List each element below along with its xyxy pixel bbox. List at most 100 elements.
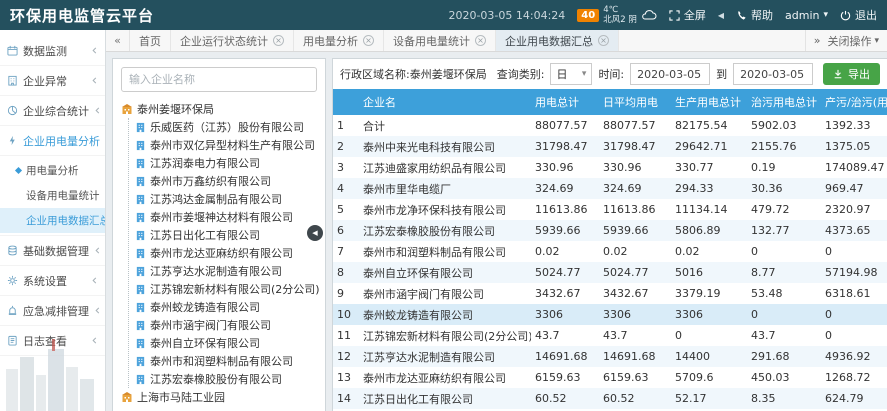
column-header[interactable]: 治污用电总计 [747,89,821,115]
sidebar-item-7[interactable]: 应急减排管理 [0,296,105,326]
tree-company-node[interactable]: 泰州自立环保有限公司 [135,334,323,352]
collapse-widget-icon[interactable]: ◀ [718,11,724,20]
sidebar-item-6[interactable]: 系统设置 [0,266,105,296]
tree-company-node[interactable]: 泰州蛟龙铸造有限公司 [135,298,323,316]
logout-button[interactable]: 退出 [840,7,877,23]
value-cell: 330.77 [671,157,747,178]
table-row[interactable]: 2泰州中来光电科技有限公司31798.4731798.4729642.71215… [333,136,887,157]
sidebar-subitem[interactable]: 设备用电量统计 [0,183,105,208]
sidebar-item-2[interactable]: 企业异常 [0,66,105,96]
tab-2[interactable]: 企业运行状态统计× [171,30,294,51]
table-row[interactable]: 3江苏迪盛家用纺织品有限公司330.96330.96330.770.191740… [333,157,887,178]
tabs-scroll-right-icon[interactable]: » [814,34,821,47]
fullscreen-button[interactable]: 全屏 [669,7,706,23]
table-row[interactable]: 13泰州市龙达亚麻纺织有限公司6159.636159.635709.6450.0… [333,367,887,388]
tree-node-label: 江苏亨达水泥制造有限公司 [150,263,282,279]
close-operations-menu[interactable]: 关闭操作 ▾ [827,33,879,49]
company-icon [135,230,146,241]
tree-root-node[interactable]: 泰州姜堰环保局 [121,100,323,118]
sidebar-subitem-label: 企业用电数据汇总 [26,213,106,228]
fullscreen-icon [669,10,680,21]
sidebar-subitem[interactable]: 企业用电数据汇总 [0,208,105,233]
category-value: 日 [556,66,567,82]
tree-company-node[interactable]: 泰州市和润塑料制品有限公司 [135,352,323,370]
user-menu[interactable]: admin ▾ [785,9,828,22]
column-header[interactable]: 产污/治污(用电量) [821,89,887,115]
company-name-cell: 合计 [359,115,531,136]
value-cell: 6159.63 [599,367,671,388]
value-cell: 450.03 [747,367,821,388]
value-cell: 2320.97 [821,199,887,220]
value-cell: 3306 [531,304,599,325]
tab-3[interactable]: 用电量分析× [294,30,384,51]
tree-collapse-handle[interactable]: ◀ [307,225,323,241]
index-column-header [333,89,359,115]
tree-company-node[interactable]: 江苏锦宏新材料有限公司(2分公司) [135,280,323,298]
sidebar-item-label: 企业异常 [23,73,67,89]
tree-company-node[interactable]: 江苏亨达水泥制造有限公司 [135,262,323,280]
table-row[interactable]: 1合计88077.5788077.5782175.545902.031392.3… [333,115,887,136]
tree-company-node[interactable]: 江苏宏泰橡胶股份有限公司 [135,370,323,388]
table-row[interactable]: 6江苏宏泰橡胶股份有限公司5939.665939.665806.89132.77… [333,220,887,241]
column-header[interactable]: 生产用电总计 [671,89,747,115]
tab-close-icon[interactable]: × [273,35,284,46]
tree-company-node[interactable]: 泰州市涵宇阀门有限公司 [135,316,323,334]
export-label: 导出 [848,66,870,82]
table-row[interactable]: 9泰州市涵宇阀门有限公司3432.673432.673379.1953.4863… [333,283,887,304]
tree-company-node[interactable]: 泰州市姜堰神达材料有限公司 [135,208,323,226]
value-cell: 29642.71 [671,136,747,157]
table-row[interactable]: 4泰州市里华电缆厂324.69324.69294.3330.36969.47 [333,178,887,199]
tab-4[interactable]: 设备用电量统计× [384,30,496,51]
table-row[interactable]: 14江苏日出化工有限公司60.5260.5252.178.35624.79 [333,388,887,409]
tree-company-node[interactable]: 泰州市万鑫纺织有限公司 [135,172,323,190]
export-button[interactable]: 导出 [823,63,880,85]
column-header[interactable]: 用电总计 [531,89,599,115]
phone-icon [736,10,747,21]
column-header[interactable]: 日平均用电 [599,89,671,115]
column-header[interactable]: 企业名 [359,89,531,115]
top-header: 环保用电监管云平台 2020-03-05 14:04:24 40 4℃ 北风2 … [0,0,887,30]
row-index-cell: 4 [333,178,359,199]
help-button[interactable]: 帮助 [736,7,773,23]
table-row[interactable]: 5泰州市龙净环保科技有限公司11613.8611613.8611134.1447… [333,199,887,220]
date-to-input[interactable]: 2020-03-05 [733,63,813,85]
tab-close-icon[interactable]: × [363,35,374,46]
value-cell: 5939.66 [531,220,599,241]
caret-down-icon: ▾ [582,69,587,79]
table-row[interactable]: 7泰州市和润塑料制品有限公司0.020.020.0200 [333,241,887,262]
tab-1[interactable]: 首页 [130,30,171,51]
row-index-cell: 5 [333,199,359,220]
date-from-input[interactable]: 2020-03-05 [630,63,710,85]
sidebar-item-3[interactable]: 企业综合统计 [0,96,105,126]
sidebar-subitem[interactable]: 用电量分析 [0,158,105,183]
tab-close-icon[interactable]: × [475,35,486,46]
tree-node-label: 泰州市龙达亚麻纺织有限公司 [150,245,293,261]
tree-node-label: 泰州自立环保有限公司 [150,335,260,351]
category-select[interactable]: 日 ▾ [550,63,592,85]
sidebar-item-1[interactable]: 数据监测 [0,36,105,66]
tab-close-icon[interactable]: × [598,35,609,46]
company-icon [135,320,146,331]
tree-company-node[interactable]: 江苏润泰电力有限公司 [135,154,323,172]
sidebar-item-5[interactable]: 基础数据管理 [0,236,105,266]
download-icon [833,69,843,79]
row-index-cell: 6 [333,220,359,241]
sidebar-item-4[interactable]: 企业用电量分析 [0,126,105,156]
tabs-scroll-left-icon[interactable]: « [106,30,130,51]
tree-company-node[interactable]: 江苏日出化工有限公司 [135,226,323,244]
row-index-cell: 8 [333,262,359,283]
table-row[interactable]: 11江苏锦宏新材料有限公司(2分公司)43.743.7043.70 [333,325,887,346]
table-row[interactable]: 10泰州蛟龙铸造有限公司33063306330600 [333,304,887,325]
tree-company-node[interactable]: 江苏鸿达金属制品有限公司 [135,190,323,208]
bullet-spacer [16,193,21,198]
tab-5[interactable]: 企业用电数据汇总× [496,30,619,51]
tree-company-node[interactable]: 泰州市龙达亚麻纺织有限公司 [135,244,323,262]
tree-node-label: 泰州市双亿异型材料生产有限公司 [150,137,315,153]
table-row[interactable]: 12江苏亨达水泥制造有限公司14691.6814691.6814400291.6… [333,346,887,367]
value-cell: 88077.57 [531,115,599,136]
tree-company-node[interactable]: 乐威医药（江苏）股份有限公司 [135,118,323,136]
company-search-input[interactable] [121,67,317,92]
tree-root-node[interactable]: 上海市马陆工业园 [121,388,323,406]
tree-company-node[interactable]: 泰州市双亿异型材料生产有限公司 [135,136,323,154]
table-row[interactable]: 8泰州自立环保有限公司5024.775024.7750168.7757194.9… [333,262,887,283]
